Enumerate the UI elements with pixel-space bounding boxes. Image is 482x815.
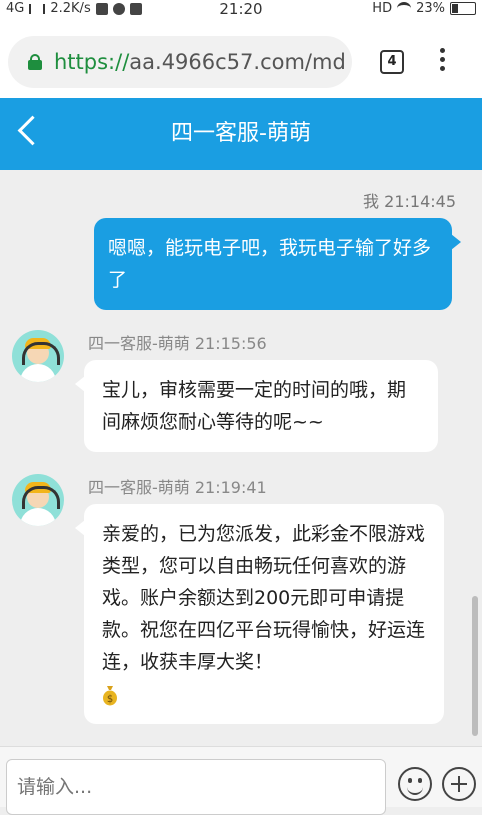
message-input[interactable] bbox=[6, 759, 386, 815]
status-right: HD 23% bbox=[372, 1, 476, 16]
outgoing-bubble: 嗯嗯，能玩电子吧，我玩电子输了好多了 bbox=[94, 218, 461, 310]
sender-meta: 四一客服-萌萌 21:19:41 bbox=[88, 478, 267, 497]
browser-toolbar: https://aa.4966c57.com/md 4 bbox=[0, 18, 482, 98]
tab-switcher-button[interactable]: 4 bbox=[380, 50, 404, 74]
wifi-icon bbox=[397, 2, 412, 15]
battery-icon bbox=[450, 2, 476, 15]
battery-percent: 23% bbox=[416, 1, 445, 16]
agent-avatar[interactable] bbox=[12, 474, 64, 526]
lock-icon bbox=[28, 54, 42, 70]
overflow-menu-icon[interactable] bbox=[440, 48, 446, 72]
status-bar: 4G 2.2K/s 21:20 HD 23% bbox=[0, 0, 482, 18]
url-scheme: https:// bbox=[54, 50, 130, 74]
message-input-bar bbox=[0, 746, 482, 815]
chat-header: 四一客服-萌萌 bbox=[0, 98, 482, 170]
chat-title: 四一客服-萌萌 bbox=[171, 121, 311, 146]
incoming-bubble: 亲爱的，已为您派发，此彩金不限游戏类型，您可以自由畅玩任何喜欢的游戏。账户余额达… bbox=[75, 504, 444, 724]
sender-meta: 四一客服-萌萌 21:15:56 bbox=[88, 334, 267, 353]
hd-badge: HD bbox=[372, 1, 393, 16]
svg-text:$: $ bbox=[107, 694, 113, 705]
chat-scrollbar[interactable] bbox=[472, 596, 478, 736]
outgoing-meta: 我 21:14:45 bbox=[363, 192, 456, 211]
incoming-text: 亲爱的，已为您派发，此彩金不限游戏类型，您可以自由畅玩任何喜欢的游戏。账户余额达… bbox=[102, 523, 426, 673]
add-attachment-icon[interactable] bbox=[442, 767, 476, 801]
incoming-bubble: 宝儿，审核需要一定的时间的哦，期间麻烦您耐心等待的呢~~ bbox=[75, 360, 438, 452]
url-host: aa.4966c57.com/md bbox=[129, 50, 346, 74]
address-bar[interactable]: https://aa.4966c57.com/md bbox=[8, 36, 352, 88]
url-text[interactable]: https://aa.4966c57.com/md bbox=[54, 50, 346, 74]
emoji-icon[interactable] bbox=[398, 767, 432, 801]
agent-avatar[interactable] bbox=[12, 330, 64, 382]
money-bag-icon: $ bbox=[103, 685, 117, 705]
